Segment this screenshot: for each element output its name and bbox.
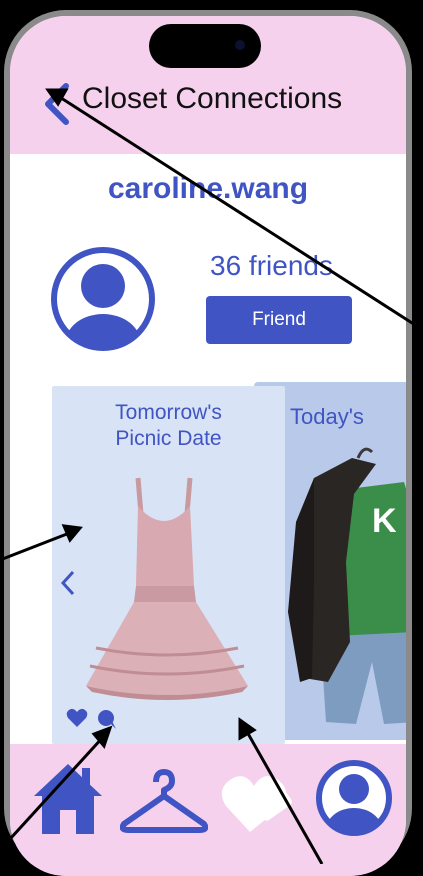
comment-button[interactable] xyxy=(96,708,118,730)
chevron-left-icon xyxy=(45,83,69,125)
profile-avatar xyxy=(48,244,158,354)
svg-text:K: K xyxy=(372,502,397,540)
camera-icon xyxy=(235,40,245,50)
back-button[interactable] xyxy=(38,80,78,128)
nav-home[interactable] xyxy=(32,760,104,836)
like-button[interactable] xyxy=(66,708,88,728)
nav-favorites[interactable] xyxy=(220,762,300,842)
comment-icon xyxy=(98,710,116,729)
dynamic-island xyxy=(149,24,261,68)
friend-button[interactable]: Friend xyxy=(206,296,352,344)
page-title: Closet Connections xyxy=(82,82,343,115)
hanger-icon xyxy=(119,769,209,833)
phone-frame: Closet Connections caroline.wang 36 frie… xyxy=(0,0,423,876)
home-icon xyxy=(34,764,102,834)
nav-closet[interactable] xyxy=(119,768,209,834)
app-header: Closet Connections xyxy=(10,16,406,154)
previous-outfit-button[interactable] xyxy=(58,568,78,598)
heart-icon xyxy=(66,708,88,727)
chevron-left-icon xyxy=(60,570,75,596)
heart-bandage-icon xyxy=(221,776,292,832)
profile-username: caroline.wang xyxy=(107,172,309,205)
pink-dress-image xyxy=(86,477,248,700)
bottom-nav xyxy=(10,744,406,876)
user-avatar-icon xyxy=(51,247,155,351)
outfit-card-tomorrow[interactable]: Tomorrow's Picnic Date xyxy=(52,386,285,744)
nav-profile[interactable] xyxy=(314,758,394,838)
profile-icon xyxy=(316,760,392,836)
friends-count[interactable]: 36 friends xyxy=(210,250,333,282)
app-screen: Closet Connections caroline.wang 36 frie… xyxy=(10,16,406,876)
